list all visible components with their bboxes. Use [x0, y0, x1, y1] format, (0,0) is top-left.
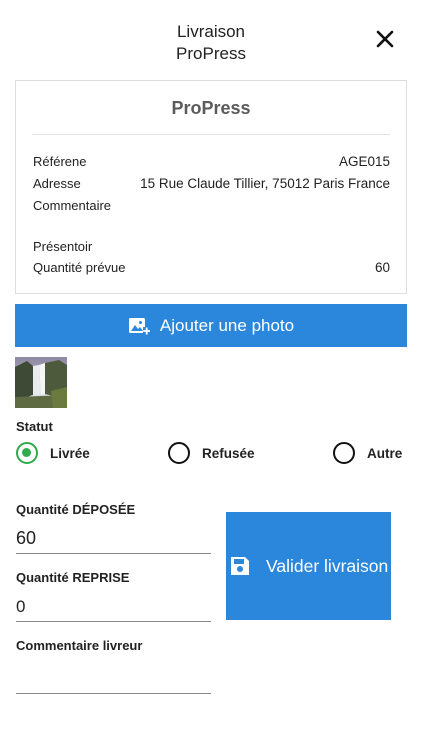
close-button[interactable]	[374, 28, 396, 50]
reference-row: Référene AGE015	[33, 154, 390, 169]
photo-thumbnail[interactable]	[15, 357, 67, 408]
status-option-label: Livrée	[50, 445, 90, 461]
status-option-livree[interactable]: Livrée	[16, 441, 90, 465]
add-photo-button[interactable]: Ajouter une photo	[15, 304, 407, 347]
page-title-line2: ProPress	[176, 44, 246, 63]
presentoir-label: Présentoir	[33, 239, 93, 254]
card-divider	[32, 134, 390, 135]
waterfall-photo	[15, 357, 67, 408]
card-title: ProPress	[171, 98, 251, 118]
delivery-info-card: ProPress Référene AGE015 Adresse 15 Rue …	[15, 80, 407, 294]
validate-delivery-button[interactable]: Valider livraison	[226, 512, 391, 620]
planned-qty-value: 60	[374, 260, 390, 275]
add-photo-icon	[128, 317, 150, 334]
status-option-refusee[interactable]: Refusée	[168, 441, 255, 465]
status-option-autre[interactable]: Autre	[333, 441, 402, 465]
validate-delivery-label: Valider livraison	[266, 555, 389, 576]
returned-qty-label: Quantité REPRISE	[16, 570, 130, 585]
page-title-line1: Livraison	[176, 22, 246, 41]
status-label: Statut	[16, 419, 53, 434]
deposited-qty-input[interactable]: 60	[16, 524, 211, 554]
address-label: Adresse	[33, 176, 81, 191]
reference-label: Référene	[33, 154, 87, 169]
status-option-label: Autre	[367, 445, 403, 461]
radio-unchecked-icon	[333, 442, 355, 464]
address-row: Adresse 15 Rue Claude Tillier, 75012 Par…	[33, 176, 390, 191]
close-icon	[376, 30, 394, 48]
presentoir-row: Présentoir	[33, 239, 390, 254]
comment-label: Commentaire	[33, 198, 112, 213]
comment-row: Commentaire	[33, 198, 390, 213]
returned-qty-input[interactable]: 0	[16, 592, 211, 622]
planned-qty-label: Quantité prévue	[33, 260, 126, 275]
driver-comment-label: Commentaire livreur	[16, 638, 143, 653]
status-option-label: Refusée	[202, 445, 255, 461]
radio-unchecked-icon	[168, 442, 190, 464]
save-icon	[231, 557, 249, 575]
add-photo-label: Ajouter une photo	[159, 315, 295, 335]
radio-checked-icon	[16, 442, 38, 464]
reference-value: AGE015	[338, 154, 390, 169]
header: Livraison ProPress	[0, 0, 422, 72]
address-value: 15 Rue Claude Tillier, 75012 Paris Franc…	[140, 176, 390, 191]
planned-qty-row: Quantité prévue 60	[33, 260, 390, 275]
page-title: Livraison ProPress	[0, 21, 422, 65]
driver-comment-input[interactable]	[16, 664, 211, 694]
deposited-qty-label: Quantité DÉPOSÉE	[16, 502, 136, 517]
